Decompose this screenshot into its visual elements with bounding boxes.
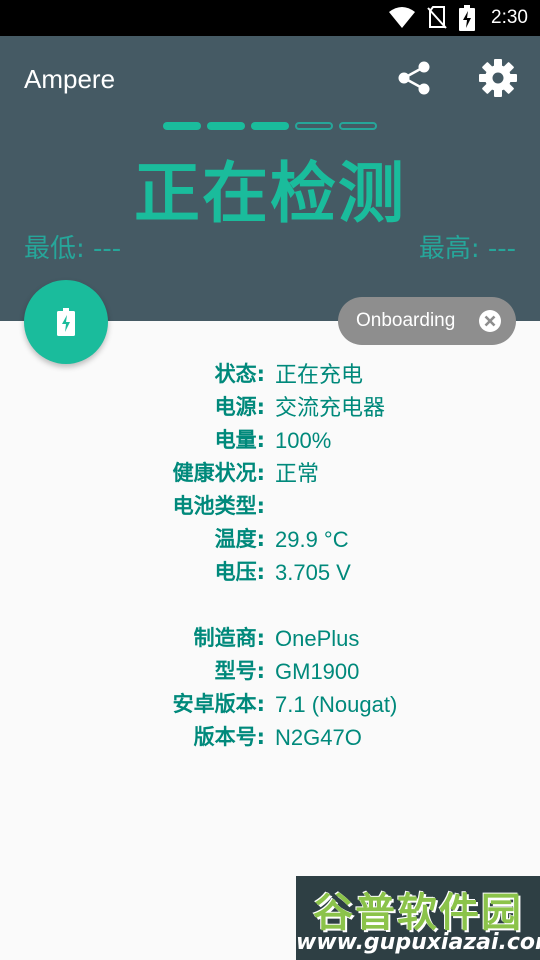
info-row-temperature: 温度: 29.9 °C: [0, 523, 540, 556]
info-key: 型号:: [214, 659, 265, 683]
progress-dash-filled: [163, 122, 201, 130]
info-key: 健康状况:: [172, 461, 265, 485]
info-value: 3.705 V: [275, 560, 351, 585]
info-row-manufacturer: 制造商: OnePlus: [0, 622, 540, 655]
info-key: 版本号:: [193, 725, 265, 749]
info-row-health: 健康状况: 正常: [0, 457, 540, 490]
battery-fab-button[interactable]: [24, 280, 108, 364]
info-value: GM1900: [275, 659, 360, 684]
wifi-icon: [389, 7, 416, 28]
progress-dash-filled: [251, 122, 289, 130]
progress-dash-filled: [207, 122, 245, 130]
status-time: 2:30: [491, 7, 528, 28]
info-value: 29.9 °C: [275, 527, 349, 552]
battery-info-list: 状态: 正在充电 电源: 交流充电器 电量: 100% 健康状况: 正常 电池类…: [0, 358, 540, 754]
info-row-android-version: 安卓版本: 7.1 (Nougat): [0, 688, 540, 721]
info-value: 7.1 (Nougat): [275, 692, 398, 717]
info-value: OnePlus: [275, 626, 360, 651]
progress-dashes: [163, 122, 377, 130]
close-circle-icon[interactable]: [478, 309, 502, 333]
info-value: 交流充电器: [275, 395, 386, 420]
max-current-label: 最高: ---: [418, 234, 516, 264]
info-key: 电源:: [214, 395, 265, 419]
status-bar: 2:30: [0, 0, 540, 36]
info-row-battery-type: 电池类型:: [0, 490, 540, 523]
info-row-voltage: 电压: 3.705 V: [0, 556, 540, 589]
info-row-level: 电量: 100%: [0, 424, 540, 457]
watermark-url: www.gupuxiazai.com: [296, 930, 540, 955]
battery-charging-icon: [459, 5, 476, 31]
info-row-power-source: 电源: 交流充电器: [0, 391, 540, 424]
battery-bolt-icon: [57, 308, 75, 336]
gear-icon[interactable]: [478, 58, 518, 98]
onboarding-chip[interactable]: Onboarding: [338, 297, 516, 345]
info-key: 状态:: [214, 362, 265, 386]
no-sim-icon: [427, 6, 447, 29]
info-key: 制造商:: [193, 626, 265, 650]
info-key: 电量:: [214, 428, 265, 452]
progress-dash-empty: [339, 122, 377, 130]
info-key: 温度:: [214, 527, 265, 551]
info-value: 正常: [275, 461, 320, 486]
app-header: Ampere 正在检测 最低: --- 最高: ---: [0, 36, 540, 321]
info-row-build-number: 版本号: N2G47O: [0, 721, 540, 754]
progress-dash-empty: [295, 122, 333, 130]
detection-status: 正在检测: [134, 155, 406, 232]
min-current-label: 最低: ---: [24, 234, 122, 264]
onboarding-label: Onboarding: [356, 310, 456, 331]
info-value: 100%: [275, 428, 332, 453]
watermark-logo: 谷普软件园 www.gupuxiazai.com: [296, 876, 540, 960]
info-value: N2G47O: [275, 725, 362, 750]
info-key: 安卓版本:: [172, 692, 265, 716]
info-row-status: 状态: 正在充电: [0, 358, 540, 391]
app-title: Ampere: [24, 64, 116, 94]
info-key: 电压:: [214, 560, 265, 584]
info-value: 正在充电: [275, 362, 364, 387]
info-key: 电池类型:: [172, 494, 265, 518]
info-row-model: 型号: GM1900: [0, 655, 540, 688]
info-value: [265, 490, 275, 523]
share-icon[interactable]: [396, 60, 432, 96]
